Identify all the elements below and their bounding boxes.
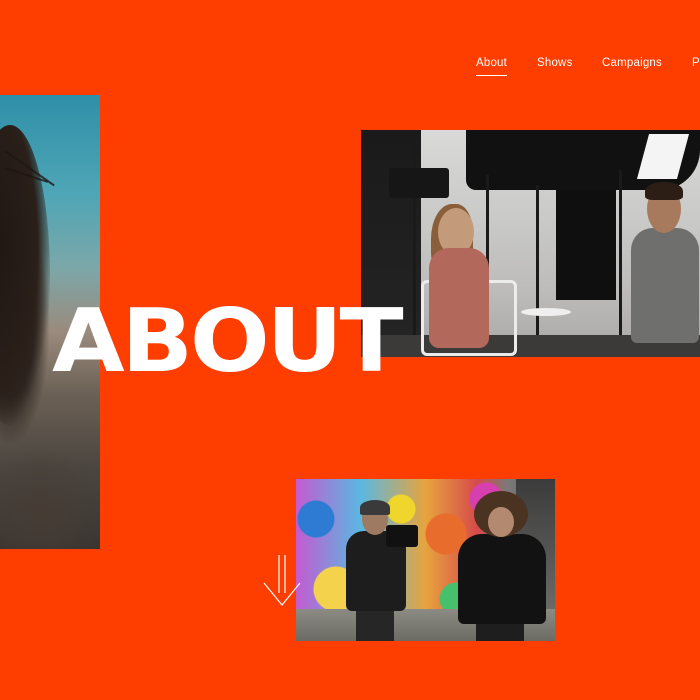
interviewer-body [429,248,489,348]
guest-body [631,228,699,343]
nav-item-partial[interactable]: P [692,57,700,74]
page-title: ABOUT [52,290,404,392]
about-page: About Shows Campaigns P ABOUT [0,0,700,700]
nav-item-campaigns[interactable]: Campaigns [602,57,662,74]
presenter-face [488,507,514,537]
light-stand [619,170,622,340]
guest-hair [645,182,683,200]
side-table [521,308,571,316]
nav-item-shows[interactable]: Shows [537,57,573,74]
video-camera [386,525,418,547]
presenter-body [458,534,546,624]
arrow-down-icon[interactable] [262,553,302,613]
interview-photo [361,130,700,357]
nav-item-about[interactable]: About [476,57,508,76]
graffiti-photo [296,479,555,641]
camera-operator-cap [360,500,390,515]
studio-camera [389,168,449,198]
studio-panel [556,190,616,300]
